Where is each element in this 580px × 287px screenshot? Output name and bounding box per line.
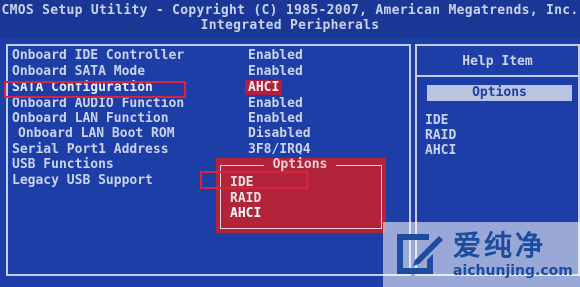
setting-value-onboard-sata-mode[interactable]: Enabled xyxy=(248,64,303,79)
setting-label-serial-port1[interactable]: Serial Port1 Address xyxy=(12,142,169,157)
help-option-raid: RAID xyxy=(425,128,457,143)
options-popup-title: Options xyxy=(264,158,336,172)
setting-label-onboard-lan[interactable]: Onboard LAN Function xyxy=(12,111,169,126)
setting-label-lan-boot-rom[interactable]: Onboard LAN Boot ROM xyxy=(18,126,175,141)
setting-label-onboard-audio[interactable]: Onboard AUDIO Function xyxy=(12,96,184,111)
header-page-title: Integrated Peripherals xyxy=(200,18,380,33)
popup-option-ahci[interactable]: AHCI xyxy=(230,206,261,221)
bios-header: CMOS Setup Utility - Copyright (C) 1985-… xyxy=(0,0,580,38)
setting-label-onboard-ide[interactable]: Onboard IDE Controller xyxy=(12,48,184,63)
popup-option-raid[interactable]: RAID xyxy=(230,191,261,206)
setting-label-legacy-usb[interactable]: Legacy USB Support xyxy=(12,173,153,188)
bios-screen: CMOS Setup Utility - Copyright (C) 1985-… xyxy=(0,0,580,287)
setting-label-onboard-sata-mode[interactable]: Onboard SATA Mode xyxy=(12,64,145,79)
setting-value-lan-boot-rom[interactable]: Disabled xyxy=(248,126,311,141)
help-option-ahci: AHCI xyxy=(425,143,457,158)
setting-value-sata-configuration[interactable]: AHCI xyxy=(245,80,283,95)
setting-value-onboard-audio[interactable]: Enabled xyxy=(248,96,303,111)
options-popup: Options IDE RAID AHCI xyxy=(216,158,386,233)
setting-value-onboard-lan[interactable]: Enabled xyxy=(248,111,303,126)
sata-configuration-annotation-box xyxy=(4,81,186,98)
ide-option-annotation-box xyxy=(200,171,308,189)
sata-configuration-selected-value[interactable]: AHCI xyxy=(245,80,283,95)
setting-value-serial-port1[interactable]: 3F8/IRQ4 xyxy=(248,142,311,157)
watermark-url: aichunjing.com xyxy=(453,263,573,279)
watermark-chinese-name: 爱纯净 xyxy=(453,229,547,262)
header-copyright: CMOS Setup Utility - Copyright (C) 1985-… xyxy=(1,3,579,18)
site-watermark: 爱纯净 aichunjing.com xyxy=(383,222,580,287)
watermark-logo-icon xyxy=(397,234,443,274)
help-option-ide: IDE xyxy=(425,113,449,128)
setting-value-onboard-ide[interactable]: Enabled xyxy=(248,48,303,63)
help-options-label: Options xyxy=(427,85,572,101)
help-title: Help Item xyxy=(462,54,533,69)
help-divider xyxy=(417,75,578,77)
setting-label-usb-functions[interactable]: USB Functions xyxy=(12,157,114,172)
